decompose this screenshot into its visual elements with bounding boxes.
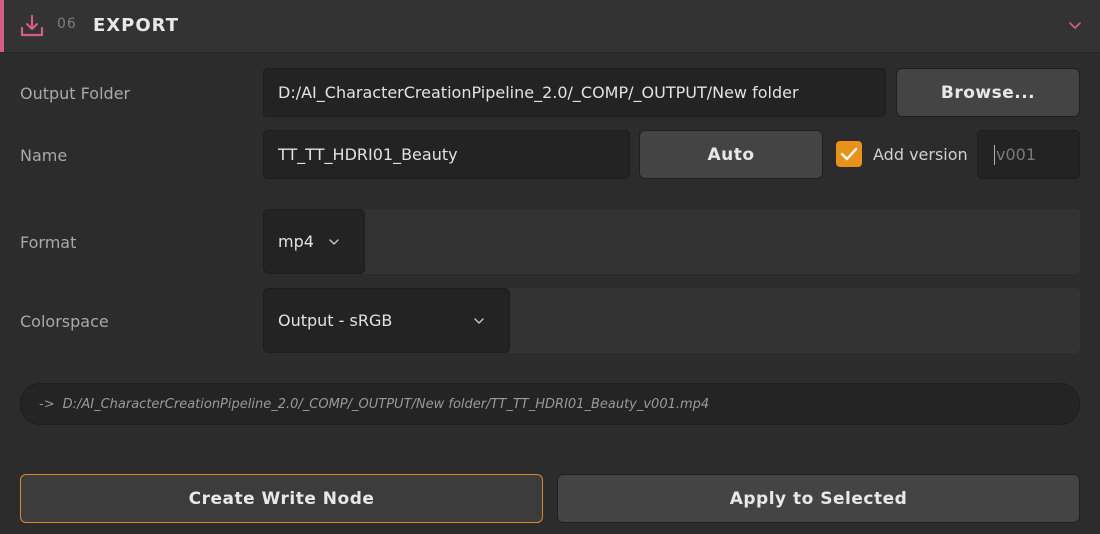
section-title: EXPORT [93, 15, 179, 36]
download-icon [20, 14, 44, 37]
output-path-preview: -> D:/AI_CharacterCreationPipeline_2.0/_… [20, 383, 1080, 425]
text-cursor [994, 144, 995, 165]
chevron-down-icon [329, 238, 339, 245]
name-input[interactable]: TT_TT_HDRI01_Beauty [263, 130, 630, 179]
output-folder-input[interactable]: D:/AI_CharacterCreationPipeline_2.0/_COM… [263, 68, 886, 117]
colorspace-selected-value: Output - sRGB [278, 311, 393, 330]
header-accent-bar [0, 0, 4, 52]
add-version-checkbox[interactable] [836, 141, 862, 167]
format-label: Format [20, 233, 77, 252]
export-panel: 06 EXPORT Output Folder D:/AI_CharacterC… [0, 0, 1100, 534]
version-input[interactable]: v001 [977, 130, 1080, 179]
chevron-down-icon [474, 317, 484, 324]
format-selected-value: mp4 [278, 232, 314, 251]
format-row-background [263, 209, 1080, 274]
chevron-down-icon[interactable] [1068, 18, 1082, 32]
section-number: 06 [57, 16, 77, 32]
add-version-label: Add version [873, 145, 968, 164]
preview-arrow: -> [39, 396, 55, 412]
colorspace-label: Colorspace [20, 312, 109, 331]
version-value: v001 [996, 145, 1037, 164]
auto-button[interactable]: Auto [639, 130, 823, 179]
name-label: Name [20, 146, 68, 165]
section-header[interactable]: 06 EXPORT [0, 0, 1100, 53]
apply-to-selected-button[interactable]: Apply to Selected [557, 474, 1080, 523]
checkmark-icon [840, 147, 858, 161]
output-folder-label: Output Folder [20, 84, 131, 103]
create-write-node-button[interactable]: Create Write Node [20, 474, 543, 523]
format-select[interactable]: mp4 [263, 209, 365, 274]
preview-path: D:/AI_CharacterCreationPipeline_2.0/_COM… [62, 396, 710, 412]
browse-button[interactable]: Browse... [896, 68, 1080, 117]
colorspace-select[interactable]: Output - sRGB [263, 288, 510, 353]
